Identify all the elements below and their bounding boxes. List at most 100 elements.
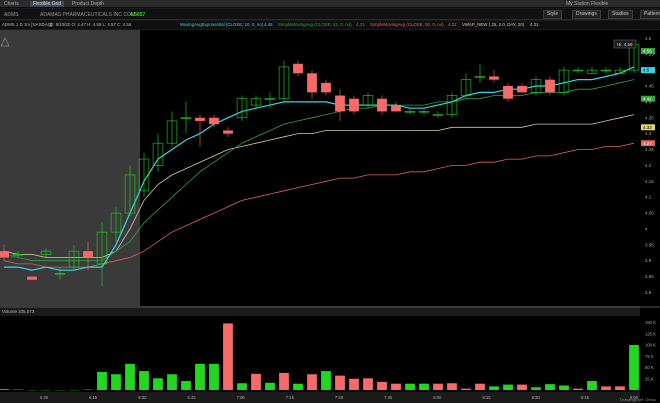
volume-bar [181, 381, 191, 390]
price-tick-label: 3.95 [645, 242, 654, 247]
candle-body [83, 251, 93, 258]
price-tick-label: 4.45 [645, 84, 654, 89]
volume-bar [405, 383, 415, 390]
candle-body [223, 130, 233, 134]
candle-body [335, 95, 345, 112]
price-tick-label: 3.85 [645, 274, 654, 279]
price-marker-label: 4.27 [643, 141, 652, 146]
volume-bar [265, 382, 275, 390]
time-tick-label: 8:30 [532, 395, 541, 400]
time-tick-label: 8:45 [581, 395, 590, 400]
time-tick-label: 7:15 [286, 395, 295, 400]
volume-bar [153, 378, 163, 390]
footer-drawings-set: Drawings set: Defau [620, 397, 656, 402]
time-tick-label: 8:15 [482, 395, 491, 400]
price-tick-label: 3.9 [645, 258, 652, 263]
price-tick-label: 4.3 [645, 131, 652, 136]
volume-bar [587, 381, 597, 390]
volume-bar [559, 385, 569, 390]
volume-bar [629, 345, 639, 390]
hi-badge: Hi: 4.59 [617, 42, 633, 47]
price-tick-label: 4.05 [645, 211, 654, 216]
candle-body [349, 98, 359, 112]
volume-bar [139, 371, 149, 390]
volume-bar [545, 384, 555, 390]
price-marker: 4.56 [641, 48, 655, 55]
time-tick-label: 7:00 [237, 395, 246, 400]
volume-bar [461, 388, 471, 390]
candle-body [307, 73, 317, 93]
price-marker-label: 4.56 [643, 49, 652, 54]
premarket-shade [0, 30, 140, 306]
candle-body [293, 63, 303, 74]
volume-bar [209, 363, 219, 390]
candle-body [0, 251, 9, 258]
volume-bar [0, 389, 9, 390]
candle-body [391, 105, 401, 112]
time-tick-label: 5:30 [40, 395, 49, 400]
candle-body [321, 82, 331, 93]
price-panel-bg [140, 30, 640, 306]
volume-bar [363, 378, 373, 390]
volume-tick-label: 100 K [645, 343, 656, 348]
volume-bar [335, 375, 345, 390]
time-tick-label: 6:15 [89, 395, 98, 400]
volume-bar [111, 374, 121, 390]
price-marker: 4.32 [641, 124, 655, 131]
time-tick-label: 6:30 [138, 395, 147, 400]
candle-body [377, 98, 387, 112]
volume-bar [349, 378, 359, 390]
volume-bar [293, 383, 303, 390]
price-tick-label: 4.2 [645, 163, 652, 168]
volume-bar [615, 386, 625, 390]
time-tick-label: 7:30 [335, 395, 344, 400]
price-marker-label: 4.32 [643, 125, 652, 130]
volume-bar [125, 363, 135, 390]
price-tick-label: 4.35 [645, 115, 654, 120]
price-tick-label: 4.15 [645, 179, 654, 184]
volume-bar [447, 383, 457, 390]
volume-bar [223, 323, 233, 390]
volume-bar [167, 374, 177, 390]
volume-tick-label: 50 K [645, 365, 654, 370]
volume-bar [475, 383, 485, 390]
price-tick-label: 4.25 [645, 147, 654, 152]
volume-bar [195, 363, 205, 390]
price-volume-chart[interactable]: 4.64.554.54.454.44.354.34.254.24.154.14.… [0, 0, 660, 403]
volume-bar [251, 373, 261, 390]
volume-bar [391, 383, 401, 390]
volume-bar [279, 372, 289, 390]
candle-body [489, 76, 499, 80]
volume-value: 105,073 [18, 309, 35, 314]
volume-bar [573, 388, 583, 390]
price-marker: 4.5 [641, 67, 655, 74]
price-tick-label: 4.6 [645, 36, 652, 41]
candle-body [209, 117, 219, 125]
volume-tick-label: 125 K [645, 331, 656, 336]
volume-bar [321, 371, 331, 390]
time-tick-label: 7:45 [384, 395, 393, 400]
price-marker-label: 4.41 [643, 96, 652, 101]
volume-bar [531, 387, 541, 390]
volume-bar [419, 383, 429, 390]
candle [27, 276, 37, 280]
volume-bar [433, 383, 443, 390]
price-marker: 4.27 [641, 140, 655, 147]
volume-bar [489, 386, 499, 390]
price-marker-label: 4.5 [643, 68, 650, 73]
volume-bar [377, 381, 387, 390]
volume-bar [307, 374, 317, 390]
volume-tick-label: 150 K [645, 320, 656, 325]
price-tick-label: 3.8 [645, 290, 652, 295]
time-tick-label: 6:45 [187, 395, 196, 400]
candle-body [195, 117, 205, 121]
candle-body [545, 79, 555, 93]
price-marker: 4.41 [641, 95, 655, 102]
candle-body [517, 86, 527, 93]
candle-body [503, 86, 513, 99]
volume-bar [237, 383, 247, 390]
volume-label: Volume [2, 309, 18, 314]
volume-tick-label: 75 K [645, 354, 654, 359]
price-tick-label: 4.1 [645, 195, 652, 200]
volume-panel-bg [0, 316, 640, 392]
